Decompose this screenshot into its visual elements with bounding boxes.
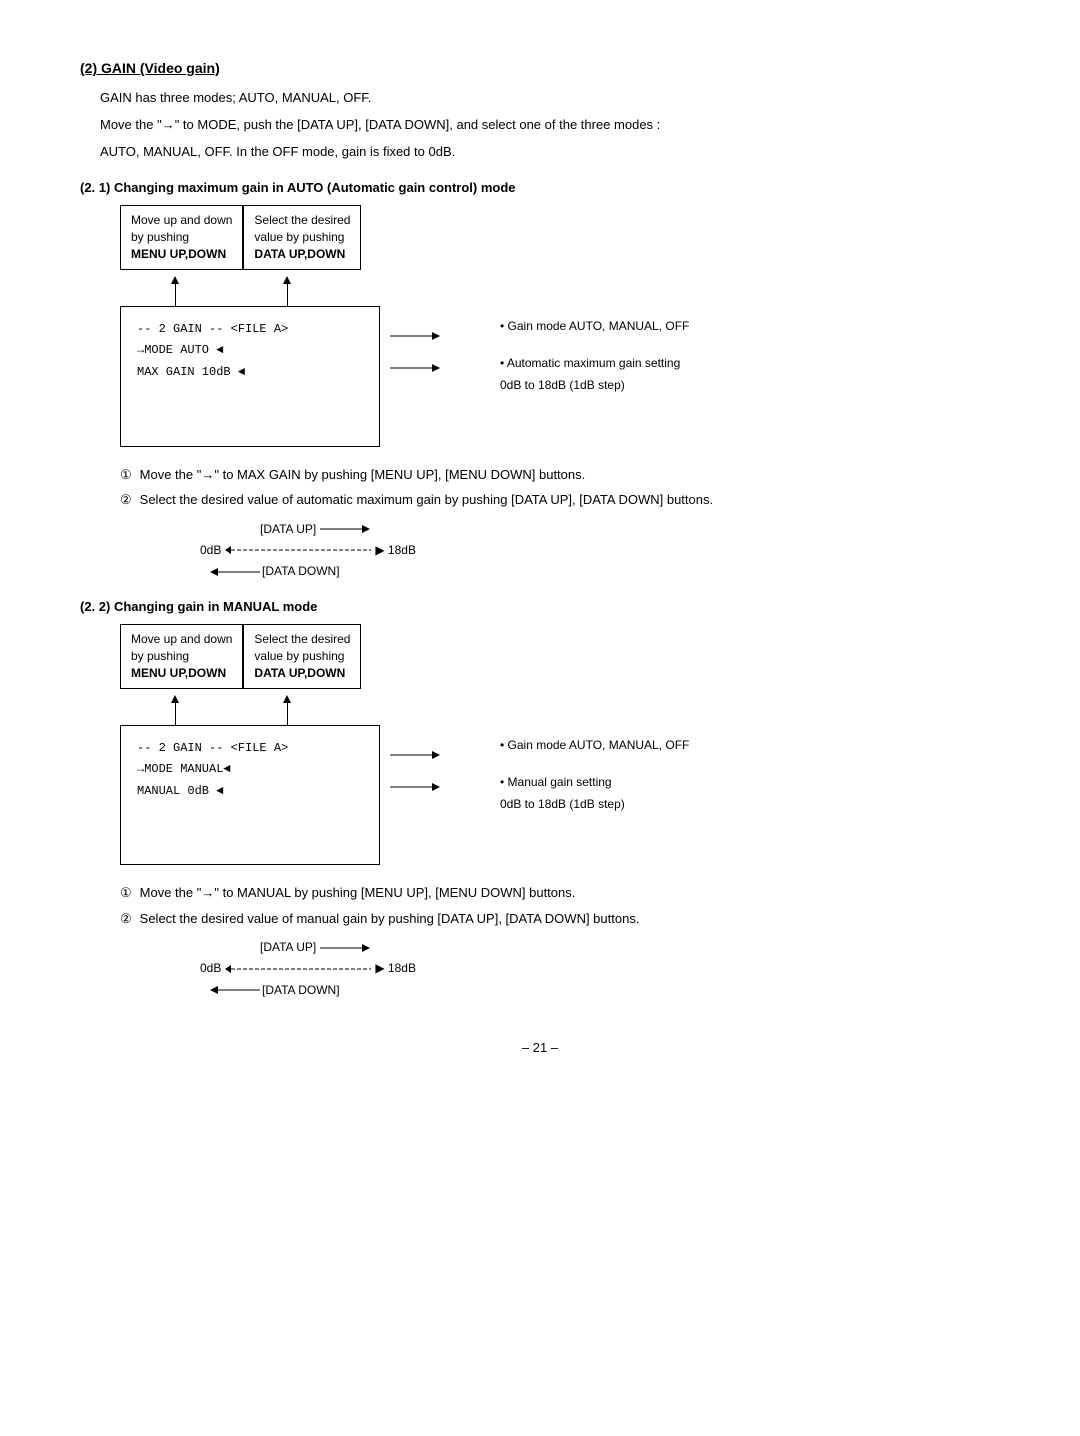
intro-line-2: Move the "→" to MODE, push the [DATA UP]… xyxy=(100,115,1000,136)
subsection1-step1: ① Move the "→" to MAX GAIN by pushing [M… xyxy=(120,465,1000,485)
section-title: (2) GAIN (Video gain) xyxy=(80,60,1000,76)
menu-box-2: -- 2 GAIN -- <FILE A> →MODE MANUAL◄ MANU… xyxy=(120,725,380,866)
instr-box-menu-up-down-2: Move up and down by pushing MENU UP,DOWN xyxy=(120,624,243,688)
subsection2-title: (2. 2) Changing gain in MANUAL mode xyxy=(80,599,1000,614)
instr-box-menu-up-down-1: Move up and down by pushing MENU UP,DOWN xyxy=(120,205,243,269)
arrow-to-manual-2 xyxy=(390,745,440,765)
subsection1-title: (2. 1) Changing maximum gain in AUTO (Au… xyxy=(80,180,1000,195)
subsection2-step1: ① Move the "→" to MANUAL by pushing [MEN… xyxy=(120,883,1000,903)
arrow-to-0db-2 xyxy=(390,777,440,797)
subsection2-step2: ② Select the desired value of manual gai… xyxy=(120,909,1000,929)
page-number: – 21 – xyxy=(80,1040,1000,1055)
menu-box-1: -- 2 GAIN -- <FILE A> →MODE AUTO ◄ MAX G… xyxy=(120,306,380,447)
arrow-to-auto-1 xyxy=(390,326,440,346)
intro-line-3: AUTO, MANUAL, OFF. In the OFF mode, gain… xyxy=(100,142,1000,163)
menu-annotations-2: • Gain mode AUTO, MANUAL, OFF • Manual g… xyxy=(500,725,689,816)
menu-annotations-1: • Gain mode AUTO, MANUAL, OFF • Automati… xyxy=(500,306,689,397)
subsection1-step2: ② Select the desired value of automatic … xyxy=(120,490,1000,510)
data-range-diagram-1: [DATA UP] 0dB ▶ 18dB [DATA DOWN] xyxy=(200,520,1000,582)
data-range-diagram-2: [DATA UP] 0dB ▶ 18dB [DATA DOWN] xyxy=(200,938,1000,1000)
instr-box-data-up-down-1: Select the desired value by pushing DATA… xyxy=(243,205,361,269)
intro-line-1: GAIN has three modes; AUTO, MANUAL, OFF. xyxy=(100,88,1000,109)
arrow-to-10db-1 xyxy=(390,358,440,378)
instr-box-data-up-down-2: Select the desired value by pushing DATA… xyxy=(243,624,361,688)
